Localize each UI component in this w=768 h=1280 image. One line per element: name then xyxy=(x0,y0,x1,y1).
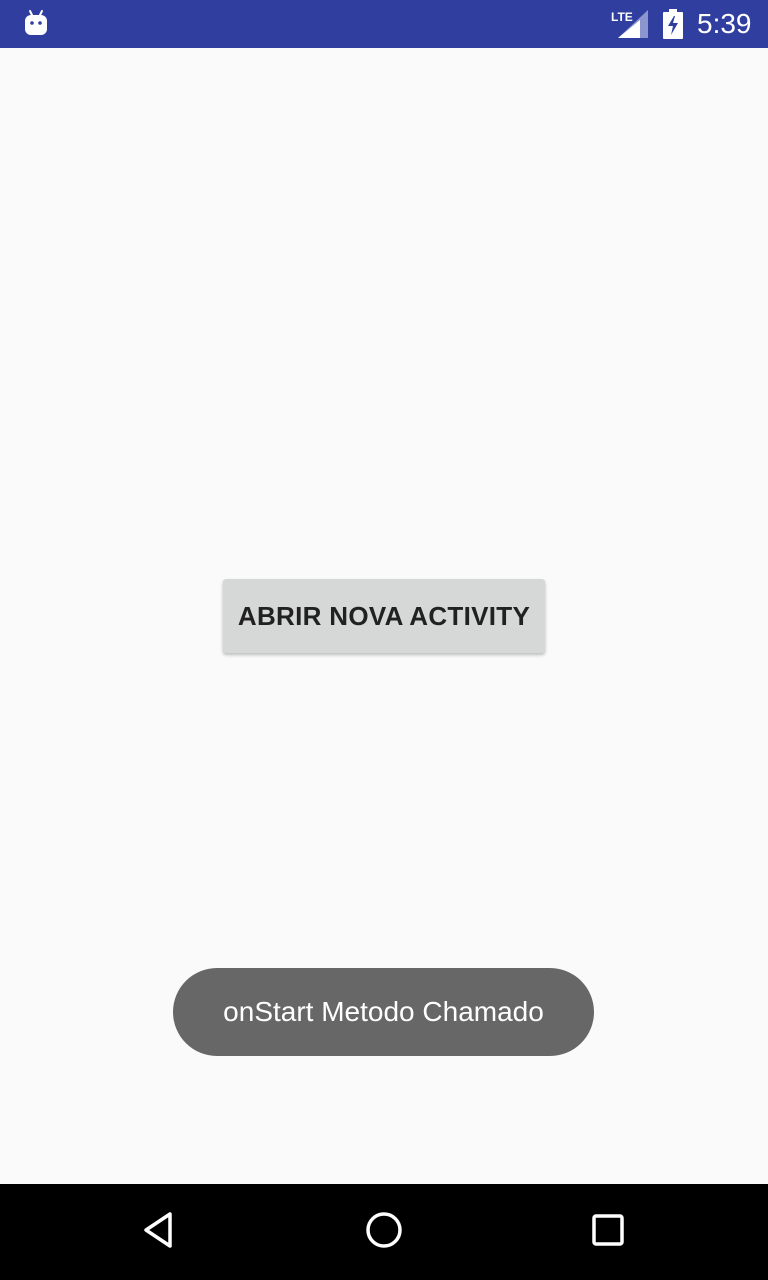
lte-signal-icon: LTE xyxy=(610,8,650,40)
toast-message: onStart Metodo Chamado xyxy=(173,968,594,1056)
status-bar: LTE 5:39 xyxy=(0,0,768,48)
back-icon xyxy=(140,1210,180,1255)
home-button[interactable] xyxy=(360,1208,408,1256)
recents-button[interactable] xyxy=(584,1208,632,1256)
android-debug-icon xyxy=(24,10,48,36)
status-time: 5:39 xyxy=(697,8,752,39)
open-new-activity-button[interactable]: ABRIR NOVA ACTIVITY xyxy=(223,579,545,653)
home-icon xyxy=(364,1210,404,1255)
toast-text: onStart Metodo Chamado xyxy=(223,996,544,1027)
navigation-bar xyxy=(0,1184,768,1280)
back-button[interactable] xyxy=(136,1208,184,1256)
recents-icon xyxy=(588,1210,628,1255)
battery-charging-icon xyxy=(662,9,684,39)
svg-text:LTE: LTE xyxy=(611,10,633,24)
app-screen: LTE 5:39 ABRIR NOVA ACTIVITY onStart Met… xyxy=(0,0,768,1280)
